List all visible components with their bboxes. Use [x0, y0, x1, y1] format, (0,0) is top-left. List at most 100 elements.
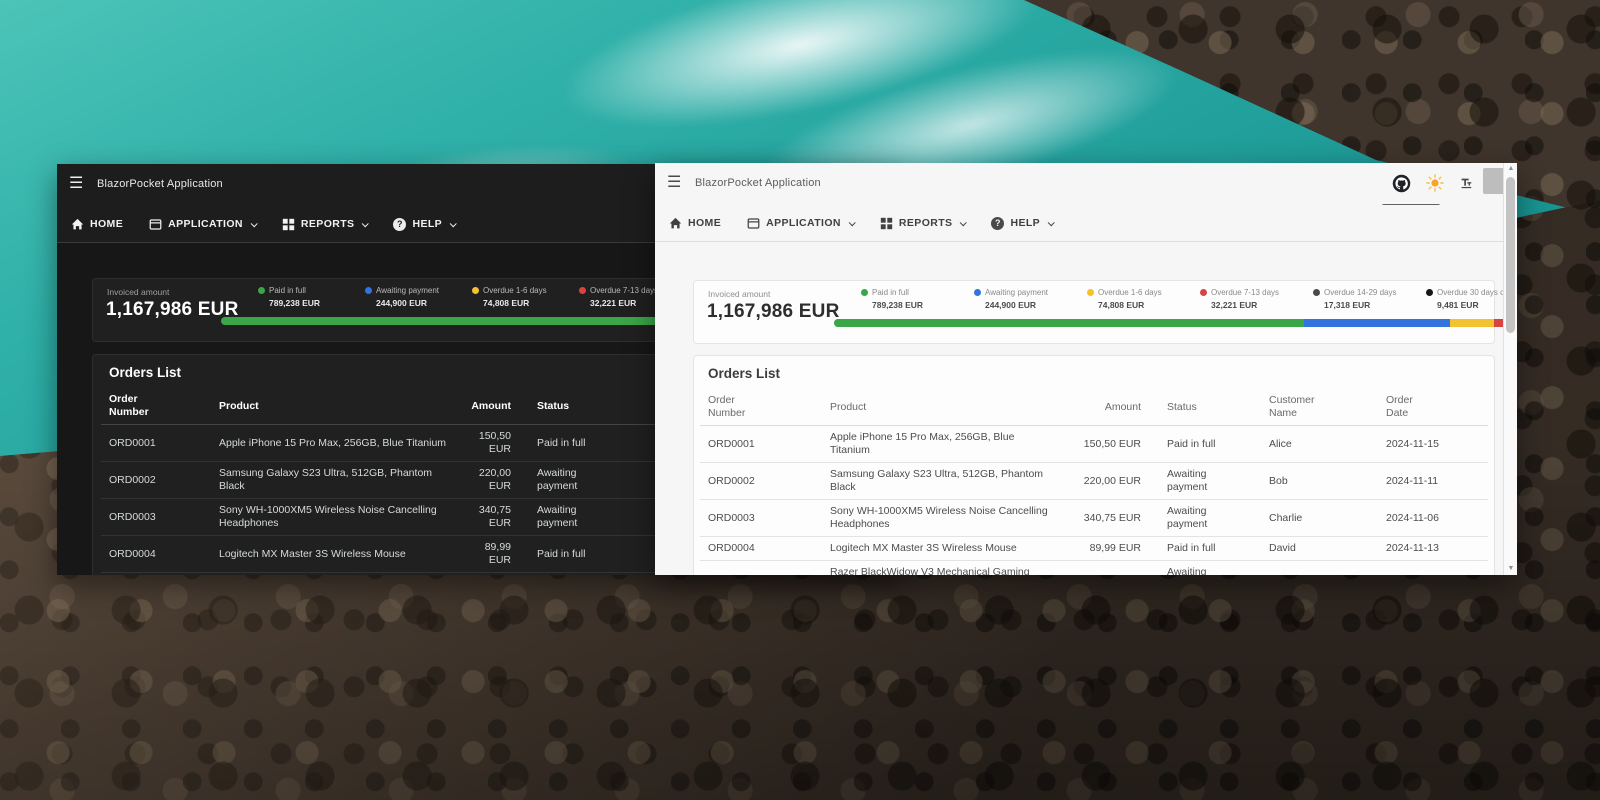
col-status: Status	[519, 388, 651, 425]
order-row[interactable]: ORD0005 Razer BlackWidow V3 Mechanical G…	[700, 561, 1488, 576]
order-number-cell: ORD0005	[700, 561, 822, 576]
product-cell: Logitech MX Master 3S Wireless Mouse	[822, 537, 1057, 561]
bar-segment	[221, 317, 669, 325]
order-date-cell: 2024-11-15	[1378, 426, 1488, 463]
status-cell: Awaiting payment	[519, 462, 651, 499]
col-order-date: Order Date	[1378, 389, 1488, 426]
legend-dot	[258, 287, 265, 294]
legend-dot	[579, 287, 586, 294]
legend-dot	[472, 287, 479, 294]
application-icon	[149, 218, 162, 231]
nav-item-reports[interactable]: REPORTS	[880, 217, 966, 230]
bar-segment	[834, 319, 1304, 327]
col-amount: Amount	[1057, 389, 1149, 426]
status-cell: Paid in full	[519, 536, 651, 573]
nav-item-help[interactable]: ? HELP	[393, 218, 455, 231]
legend-dot	[1087, 289, 1094, 296]
col-status: Status	[1149, 389, 1261, 426]
product-cell: Sony WH-1000XM5 Wireless Noise Cancellin…	[211, 499, 459, 536]
col-order-number: Order Number	[700, 389, 822, 426]
order-row[interactable]: ORD0004 Logitech MX Master 3S Wireless M…	[700, 537, 1488, 561]
reports-icon	[880, 217, 893, 230]
order-number-cell: ORD0001	[101, 425, 211, 462]
app-title: BlazorPocket Application	[695, 177, 821, 189]
customer-cell: Charlie	[1261, 500, 1378, 537]
github-icon[interactable]	[1390, 172, 1412, 194]
order-row[interactable]: ORD0001 Apple iPhone 15 Pro Max, 256GB, …	[700, 426, 1488, 463]
scroll-down-icon[interactable]: ▼	[1504, 563, 1517, 575]
col-product: Product	[822, 389, 1057, 426]
invoice-stacked-bar	[834, 319, 1517, 327]
order-number-cell: ORD0004	[101, 536, 211, 573]
nav-bar: HOME APPLICATION REPORTS ? HELP	[655, 205, 1517, 241]
bar-segment	[1450, 319, 1494, 327]
order-number-cell: ORD0003	[700, 500, 822, 537]
order-row[interactable]: ORD0003 Sony WH-1000XM5 Wireless Noise C…	[700, 500, 1488, 537]
legend-item: Overdue 14-29 days 17,318 EUR	[1313, 288, 1426, 310]
nav-item-application[interactable]: APPLICATION	[747, 217, 854, 230]
menu-hamburger-icon[interactable]: ☰	[69, 174, 83, 194]
product-cell: Apple iPhone 15 Pro Max, 256GB, Blue Tit…	[822, 426, 1057, 463]
legend-item: Paid in full 789,238 EUR	[861, 288, 974, 310]
order-row[interactable]: ORD0002 Samsung Galaxy S23 Ultra, 512GB,…	[700, 463, 1488, 500]
scrollbar[interactable]: ▲ ▼	[1503, 163, 1517, 575]
appbar: ☰ BlazorPocket Application	[655, 163, 1517, 205]
order-number-cell: ORD0004	[700, 537, 822, 561]
text-format-icon[interactable]	[1455, 172, 1477, 194]
nav-item-help[interactable]: ? HELP	[991, 217, 1053, 230]
customer-cell: Alice	[1261, 426, 1378, 463]
product-cell: Razer BlackWidow V3 Mechanical Gaming Ke…	[822, 561, 1057, 576]
status-cell: Paid in full	[1149, 426, 1261, 463]
orders-list-card: Orders List Order Number Product Amount …	[693, 355, 1495, 575]
chevron-down-icon	[960, 219, 967, 226]
legend-dot	[861, 289, 868, 296]
col-product: Product	[211, 388, 459, 425]
menu-hamburger-icon[interactable]: ☰	[667, 173, 681, 193]
nav-item-home[interactable]: HOME	[669, 217, 721, 230]
nav-item-home[interactable]: HOME	[71, 218, 123, 231]
home-icon	[71, 218, 84, 231]
scroll-up-icon[interactable]: ▲	[1504, 163, 1517, 175]
orders-header-row: Order Number Product Amount Status Custo…	[700, 389, 1488, 426]
amount-cell: 340,75 EUR	[1057, 500, 1149, 537]
application-icon	[747, 217, 760, 230]
amount-cell: 430,00 EUR	[1057, 561, 1149, 576]
legend-item: Overdue 1-6 days 74,808 EUR	[472, 286, 579, 308]
chevron-down-icon	[251, 220, 258, 227]
col-order-number: Order Number	[101, 388, 211, 425]
legend-dot	[974, 289, 981, 296]
legend-dot	[365, 287, 372, 294]
nav-item-reports[interactable]: REPORTS	[282, 218, 368, 231]
amount-cell: 340,75 EUR	[459, 499, 519, 536]
product-cell: Samsung Galaxy S23 Ultra, 512GB, Phantom…	[822, 463, 1057, 500]
product-cell: Samsung Galaxy S23 Ultra, 512GB, Phantom…	[211, 462, 459, 499]
customer-cell: Bob	[1261, 463, 1378, 500]
col-customer-name: Customer Name	[1261, 389, 1378, 426]
amount-cell: 89,99 EUR	[1057, 537, 1149, 561]
bar-segment	[1304, 319, 1450, 327]
order-number-cell: ORD0003	[101, 499, 211, 536]
orders-table: Order Number Product Amount Status Custo…	[700, 389, 1488, 575]
legend-item: Overdue 1-6 days 74,808 EUR	[1087, 288, 1200, 310]
legend-dot	[1313, 289, 1320, 296]
order-number-cell: ORD0002	[700, 463, 822, 500]
light-mode-sun-icon[interactable]	[1424, 172, 1446, 194]
customer-cell: David	[1261, 537, 1378, 561]
order-date-cell: 2024-11-11	[1378, 463, 1488, 500]
amount-cell: 150,50 EUR	[459, 425, 519, 462]
reports-icon	[282, 218, 295, 231]
legend-dot	[1426, 289, 1433, 296]
invoice-legend: Paid in full 789,238 EUR Awaiting paymen…	[861, 288, 1517, 310]
scrollbar-thumb[interactable]	[1506, 177, 1515, 333]
invoiced-amount-card: Invoiced amount 1,167,986 EUR Paid in fu…	[693, 280, 1495, 344]
chevron-down-icon	[1048, 219, 1055, 226]
nav-divider	[655, 241, 1517, 242]
invoiced-amount-total: 1,167,986 EUR	[106, 299, 239, 321]
legend-item: Paid in full 789,238 EUR	[258, 286, 365, 308]
amount-cell: 430,00 EUR	[459, 573, 519, 576]
nav-item-application[interactable]: APPLICATION	[149, 218, 256, 231]
chevron-down-icon	[450, 220, 457, 227]
chevron-down-icon	[849, 219, 856, 226]
status-cell: Awaiting payment	[1149, 500, 1261, 537]
product-cell: Apple iPhone 15 Pro Max, 256GB, Blue Tit…	[211, 425, 459, 462]
